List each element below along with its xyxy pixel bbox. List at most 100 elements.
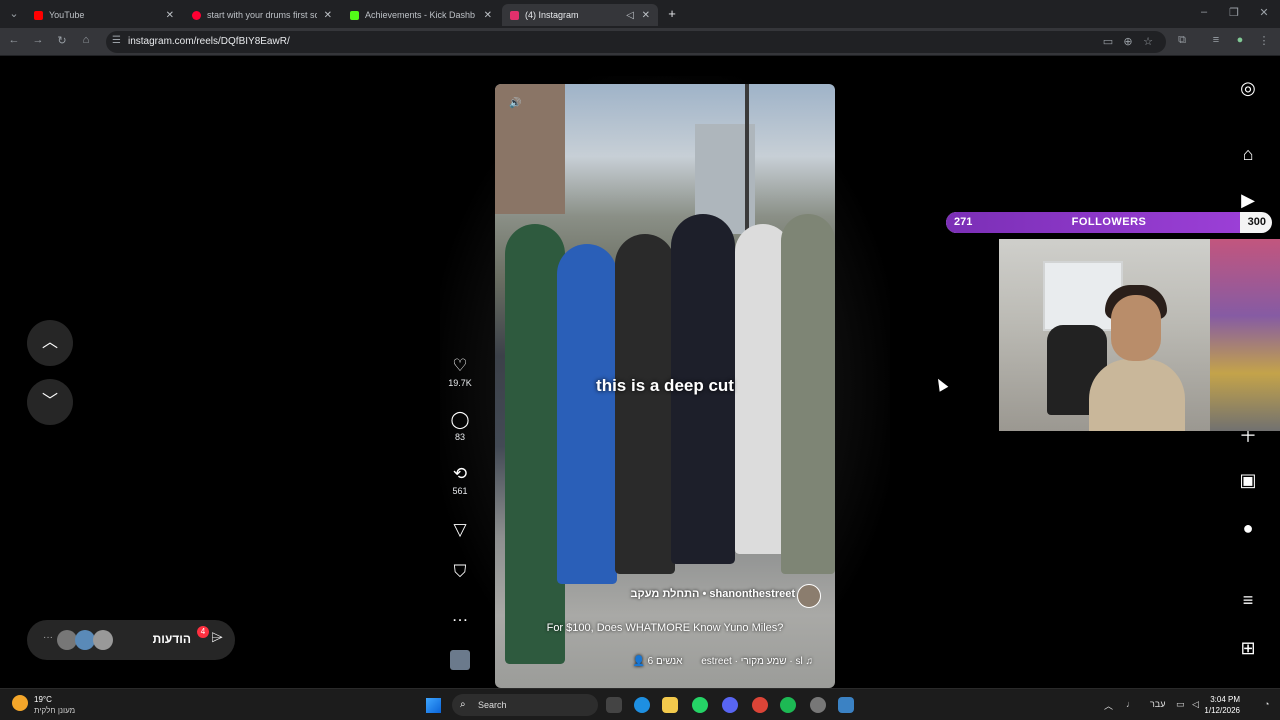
weather-icon [12,695,28,711]
save-button[interactable]: ⛉ [440,562,480,582]
author-username[interactable]: shanonthestreet [709,588,795,600]
spotify-icon[interactable] [780,697,796,713]
system-clock[interactable]: 3:04 PM 1/12/2026 [1204,694,1240,716]
close-tab-icon[interactable]: ✕ [642,10,650,21]
repost-button[interactable]: ⟲ 561 [440,464,480,496]
instagram-reels-page: 🔊 this is a deep cut התחלת מעקב • shanon… [0,56,1280,696]
webcam-scene [1089,359,1185,431]
chevron-up-icon: ︿ [41,334,58,351]
messages-pill[interactable]: ··· הודעות 4 ⌲ [27,620,235,660]
address-bar[interactable]: ☰ instagram.com/reels/DQfBIY8EawR/ ▭ ⊕ ☆ [106,31,1166,53]
notification-bell-icon[interactable]: ◔ [1264,699,1269,709]
audio-label[interactable]: estreet · שמע מקורי · sl [701,656,802,667]
minimize-icon[interactable]: – [1196,6,1212,18]
home-icon[interactable]: ⌂ [78,34,94,46]
kick-icon [350,10,359,20]
tab-drums[interactable]: start with your drums first som ✕ [184,4,340,26]
reel-video[interactable]: 🔊 this is a deep cut התחלת מעקב • shanon… [495,84,835,688]
media-controls-icon[interactable]: ≡ [1208,34,1224,46]
tab-search-icon[interactable]: ⌄ [6,7,22,20]
menu-icon[interactable]: ≡ [1228,590,1268,611]
like-count: 19.7K [448,378,472,388]
reel-meta: 👤 6 אנשים estreet · שמע מקורי · sl ♫ [632,656,813,667]
video-caption: this is a deep cut [596,376,734,395]
notepad-icon[interactable] [838,697,854,713]
comment-button[interactable]: ◯ 83 [440,410,480,442]
follow-button[interactable]: התחלת מעקב [630,588,699,600]
repost-icon: ⟲ [452,464,468,483]
file-explorer-icon[interactable] [662,697,678,713]
volume-icon[interactable]: ◁ [1192,699,1199,710]
edge-icon[interactable] [634,697,650,713]
close-tab-icon[interactable]: ✕ [484,10,492,21]
next-reel-button[interactable]: ﹀ [27,379,73,425]
network-icon[interactable]: ▭ [1176,699,1185,710]
repost-count: 561 [452,486,468,496]
chevron-up-icon[interactable]: ︿ [1104,699,1113,712]
task-view-icon[interactable] [606,697,622,713]
more-options-button[interactable]: … [440,606,480,626]
recording-icon [192,10,201,20]
tab-title: YouTube [49,10,85,20]
bookmark-icon: ⛉ [453,562,467,581]
tab-youtube[interactable]: YouTube ✕ [26,4,182,26]
more-icon: … [451,606,469,625]
chrome-icon[interactable] [752,697,768,713]
music-note-icon: ♫ [805,656,814,667]
site-info-icon[interactable]: ☰ [112,35,121,46]
back-icon[interactable]: ← [6,34,22,46]
language-indicator[interactable]: עבר [1150,699,1165,709]
bookmark-star-icon[interactable]: ☆ [1140,35,1156,48]
chevron-down-icon: ﹀ [41,393,58,410]
close-tab-icon[interactable]: ✕ [166,10,174,21]
temperature: 19°C [34,695,52,704]
dashboard-icon[interactable]: ▣ [1228,470,1268,491]
browser-tab-strip: ⌄ YouTube ✕ start with your drums first … [0,0,1280,28]
clock-date: 1/12/2026 [1204,706,1240,715]
menu-icon[interactable]: ⋮ [1256,34,1272,47]
sound-icon[interactable]: 🔊 [509,98,521,109]
extensions-icon[interactable]: ⧉ [1174,34,1190,47]
cast-icon[interactable]: ▭ [1100,35,1116,48]
youtube-icon [34,10,43,20]
previous-reel-button[interactable]: ︿ [27,320,73,366]
profile-avatar[interactable]: ● [1228,518,1268,539]
new-tab-button[interactable]: + [664,6,680,21]
mouse-cursor [933,376,949,392]
obs-icon[interactable] [810,697,826,713]
taskbar-search[interactable]: ⌕ Search [452,694,598,716]
home-icon[interactable]: ⌂ [1228,144,1268,165]
share-button[interactable]: ▽ [440,520,480,540]
instagram-logo-icon[interactable]: ◎ [1228,78,1268,99]
comment-icon: ◯ [450,410,470,429]
author-avatar[interactable] [797,584,821,608]
reload-icon[interactable]: ↻ [54,34,70,47]
comment-count: 83 [454,432,465,442]
mute-tab-icon[interactable]: ◁ [626,10,634,21]
instagram-icon [510,10,519,20]
profile-avatar[interactable]: ● [1232,34,1248,46]
video-scene [495,84,565,214]
like-button[interactable]: ♡ 19.7K [440,356,480,388]
tab-instagram[interactable]: (4) Instagram ◁ ✕ [502,4,658,26]
discord-icon[interactable] [722,697,738,713]
tab-title: Achievements - Kick Dashboard [365,10,475,20]
people-tag[interactable]: 6 אנשים [648,656,683,667]
reels-icon[interactable]: ▶ [1228,190,1268,211]
microphone-icon[interactable]: ♩ [1126,699,1135,709]
windows-start-icon[interactable] [426,698,441,713]
forward-icon[interactable]: → [30,34,46,46]
restore-icon[interactable]: ❐ [1226,6,1242,19]
unread-badge: 4 [197,626,209,638]
close-window-icon[interactable]: ✕ [1256,6,1272,19]
whatsapp-icon[interactable] [692,697,708,713]
weather-description: מעונן חלקית [34,706,76,715]
also-from-meta-icon[interactable]: ⊞ [1228,638,1268,659]
tab-kick-dashboard[interactable]: Achievements - Kick Dashboard ✕ [342,4,500,26]
url-text[interactable]: instagram.com/reels/DQfBIY8EawR/ [128,36,290,47]
avatar [57,630,77,650]
author-line: התחלת מעקב • shanonthestreet [630,588,795,600]
close-tab-icon[interactable]: ✕ [324,10,332,21]
zoom-icon[interactable]: ⊕ [1120,35,1136,48]
audio-thumbnail[interactable] [450,650,470,670]
